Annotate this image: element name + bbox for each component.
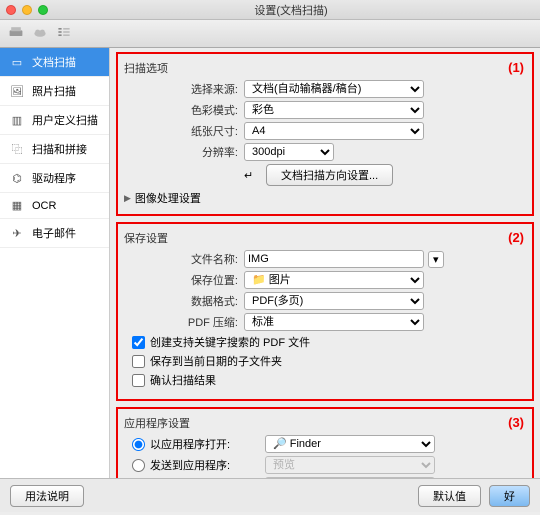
checkbox-label: 创建支持关键字搜索的 PDF 文件 [150, 334, 310, 350]
section-title: 保存设置 [124, 230, 526, 246]
help-button[interactable]: 用法说明 [10, 485, 84, 507]
keyword-pdf-checkbox[interactable] [132, 336, 145, 349]
driver-icon: ⌬ [8, 172, 26, 185]
scan-options-section: (1) 扫描选项 选择来源: 文档(自动输稿器/稿台) 色彩模式: 彩色 纸张尺… [116, 52, 534, 216]
sidebar-item-doc-scan[interactable]: ▭ 文档扫描 [0, 48, 109, 77]
sidebar-item-email[interactable]: ✈ 电子邮件 [0, 219, 109, 248]
section-title: 应用程序设置 [124, 415, 526, 431]
save-settings-section: (2) 保存设置 文件名称: ▾ 保存位置: 📁 图片 数据格式: PDF(多页… [116, 222, 534, 401]
sidebar: ▭ 文档扫描 🖼 照片扫描 ▥ 用户定义扫描 ⿻ 扫描和拼接 ⌬ 驱动程序 ▦ … [0, 48, 110, 478]
section-number: (3) [508, 415, 524, 430]
section-title: 扫描选项 [124, 60, 526, 76]
settings-icon[interactable] [56, 25, 72, 42]
checkbox-label: 保存到当前日期的子文件夹 [150, 353, 282, 369]
section-number: (1) [508, 60, 524, 75]
footer: 用法说明 默认值 好 [0, 478, 540, 512]
ocr-icon: ▦ [8, 199, 26, 212]
open-with-select[interactable]: 🔎 Finder [265, 435, 435, 453]
color-select[interactable]: 彩色 [244, 101, 424, 119]
dpi-select[interactable]: 300dpi [244, 143, 334, 161]
orientation-button[interactable]: 文档扫描方向设置... [266, 164, 393, 186]
compress-select[interactable]: 标准 [244, 313, 424, 331]
sidebar-item-photo-scan[interactable]: 🖼 照片扫描 [0, 77, 109, 106]
sidebar-item-driver[interactable]: ⌬ 驱动程序 [0, 164, 109, 193]
confirm-result-checkbox[interactable] [132, 374, 145, 387]
source-select[interactable]: 文档(自动输稿器/稿台) [244, 80, 424, 98]
sidebar-item-stitch[interactable]: ⿻ 扫描和拼接 [0, 135, 109, 164]
paper-select[interactable]: A4 [244, 122, 424, 140]
toolbar [0, 20, 540, 48]
filename-input[interactable] [244, 250, 424, 268]
sidebar-item-ocr[interactable]: ▦ OCR [0, 193, 109, 219]
ok-button[interactable]: 好 [489, 485, 530, 507]
radio-label: 以应用程序打开: [150, 436, 260, 452]
disclosure-label: 图像处理设置 [135, 190, 201, 206]
send-app-select[interactable]: 预览 [265, 456, 435, 474]
defaults-button[interactable]: 默认值 [418, 485, 481, 507]
compress-label: PDF 压缩: [124, 314, 244, 330]
checkbox-label: 确认扫描结果 [150, 372, 216, 388]
section-number: (2) [508, 230, 524, 245]
open-with-radio[interactable] [132, 438, 145, 451]
dropdown-icon[interactable]: ▾ [428, 251, 444, 268]
photo-scan-icon: 🖼 [8, 85, 26, 98]
format-label: 数据格式: [124, 293, 244, 309]
stitch-icon: ⿻ [8, 141, 26, 157]
return-icon: ↵ [244, 169, 262, 182]
sidebar-item-label: 电子邮件 [32, 225, 76, 241]
format-select[interactable]: PDF(多页) [244, 292, 424, 310]
sidebar-item-label: OCR [32, 200, 56, 212]
custom-scan-icon: ▥ [8, 114, 26, 127]
close-icon[interactable] [6, 5, 16, 15]
doc-scan-icon: ▭ [8, 56, 26, 69]
sidebar-item-custom-scan[interactable]: ▥ 用户定义扫描 [0, 106, 109, 135]
location-select[interactable]: 📁 图片 [244, 271, 424, 289]
send-folder-select[interactable]: 无 [265, 477, 435, 478]
location-label: 保存位置: [124, 272, 244, 288]
image-processing-disclosure[interactable]: 图像处理设置 [124, 190, 526, 206]
scanner-icon[interactable] [8, 25, 24, 42]
window-title: 设置(文档扫描) [48, 2, 534, 18]
titlebar: 设置(文档扫描) [0, 0, 540, 20]
filename-label: 文件名称: [124, 251, 244, 267]
email-icon: ✈ [8, 227, 26, 240]
main-panel: (1) 扫描选项 选择来源: 文档(自动输稿器/稿台) 色彩模式: 彩色 纸张尺… [110, 48, 540, 478]
sidebar-item-label: 文档扫描 [32, 54, 76, 70]
sidebar-item-label: 驱动程序 [32, 170, 76, 186]
dpi-label: 分辨率: [124, 144, 244, 160]
sidebar-item-label: 用户定义扫描 [32, 112, 98, 128]
sidebar-item-label: 扫描和拼接 [32, 141, 87, 157]
send-app-radio[interactable] [132, 459, 145, 472]
minimize-icon[interactable] [22, 5, 32, 15]
radio-label: 发送到应用程序: [150, 457, 260, 473]
source-label: 选择来源: [124, 81, 244, 97]
cloud-icon[interactable] [32, 25, 48, 42]
date-subfolder-checkbox[interactable] [132, 355, 145, 368]
paper-label: 纸张尺寸: [124, 123, 244, 139]
sidebar-item-label: 照片扫描 [32, 83, 76, 99]
zoom-icon[interactable] [38, 5, 48, 15]
app-settings-section: (3) 应用程序设置 以应用程序打开: 🔎 Finder 发送到应用程序: 预览… [116, 407, 534, 478]
color-label: 色彩模式: [124, 102, 244, 118]
